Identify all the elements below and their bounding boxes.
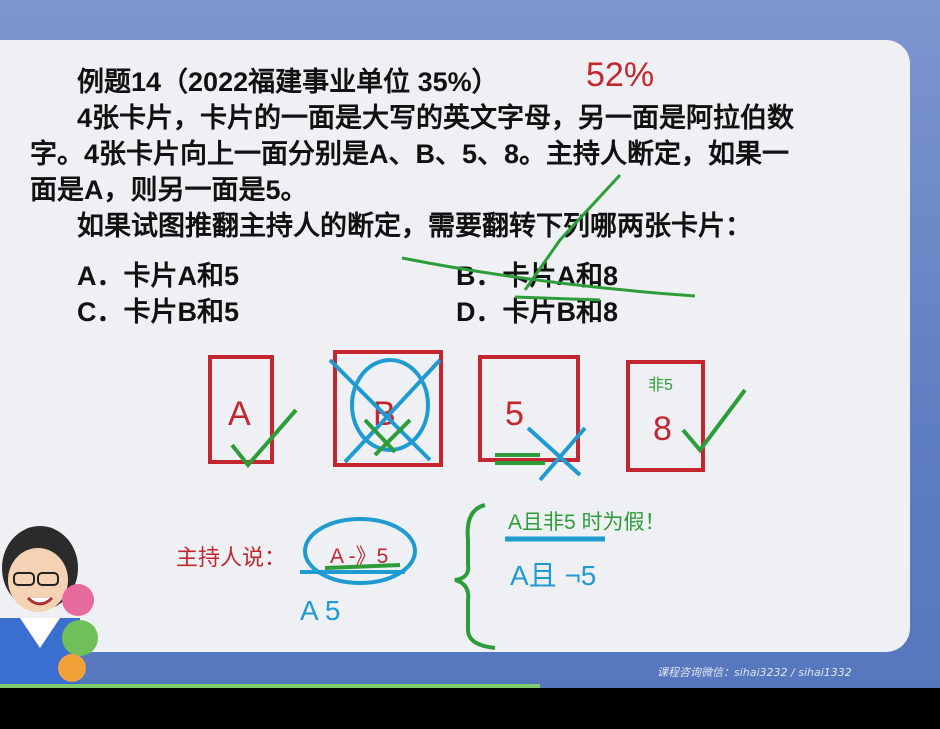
- handwritten-negation: A且 ¬5: [510, 560, 596, 591]
- condition-text: A且非5 时为假！: [508, 511, 666, 534]
- handwritten-a5: A 5: [300, 595, 340, 626]
- strike-line: [401, 256, 696, 298]
- underline-b: [514, 295, 601, 302]
- brace: [454, 503, 496, 650]
- implication-text: A -》5: [330, 545, 389, 568]
- watermark: 课程咨询微信：sihai3232 / sihai1332: [657, 666, 852, 679]
- teacher-avatar: [0, 526, 98, 690]
- percent-annotation: 52%: [586, 56, 654, 94]
- card-a-letter: A: [228, 395, 251, 433]
- check-mark-b: [523, 173, 622, 291]
- handwriting-layer: 52% A B 5 8 非5 A 5 A且 ¬5: [208, 56, 747, 650]
- host-said-label: 主持人说：: [176, 545, 287, 570]
- card-5-letter: 5: [505, 395, 524, 433]
- bottom-bar: [0, 688, 940, 729]
- check-icon: [681, 388, 747, 454]
- card-8-top-note: 非5: [648, 376, 673, 394]
- card-8-letter: 8: [653, 410, 672, 448]
- card-5: [478, 355, 580, 462]
